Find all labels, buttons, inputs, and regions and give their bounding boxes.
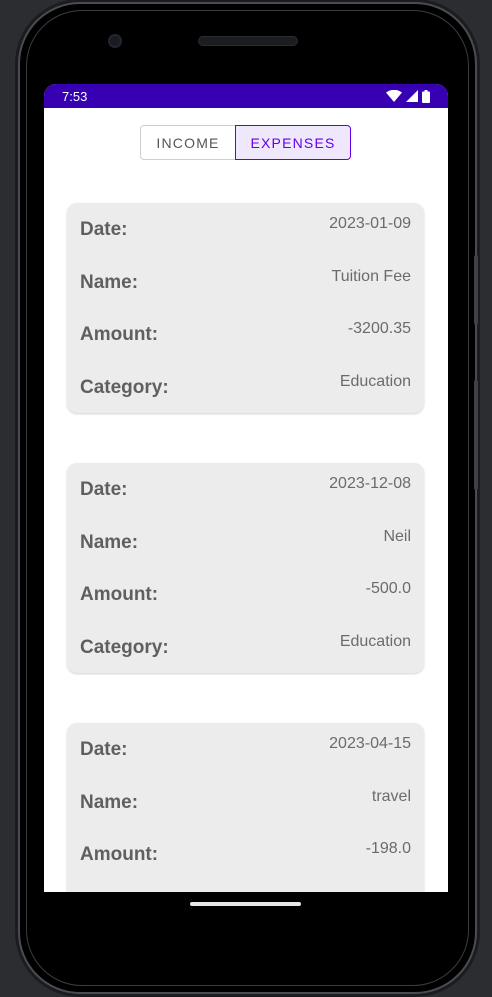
date-label: Date: [80, 739, 128, 760]
name-value: Neil [383, 528, 411, 545]
home-gesture-handle[interactable] [190, 902, 301, 906]
date-row: Date: 2023-04-15 [80, 735, 411, 769]
name-value: Tuition Fee [331, 268, 411, 285]
volume-button [474, 255, 478, 325]
status-time: 7:53 [62, 88, 88, 104]
category-label: Category: [80, 377, 169, 398]
category-value: Education [339, 633, 411, 650]
amount-row: Amount: -198.0 [80, 840, 411, 874]
category-row: Category: Education [80, 633, 411, 667]
amount-value: -198.0 [365, 840, 411, 857]
expense-card[interactable]: Date: 2023-12-08 Name: Neil Amount: -500… [67, 463, 424, 673]
amount-value: -500.0 [365, 580, 411, 597]
name-label: Name: [80, 272, 139, 293]
date-value: 2023-01-09 [329, 215, 411, 232]
expense-card[interactable]: Date: 2023-01-09 Name: Tuition Fee Amoun… [67, 203, 424, 413]
date-label: Date: [80, 219, 128, 240]
app-screen: 7:53 INCOME EXPENSES Date: 2023-01-09 Na… [44, 84, 448, 892]
category-label: Category: [80, 637, 169, 658]
name-label: Name: [80, 792, 139, 813]
amount-label: Amount: [80, 844, 159, 865]
status-icons [386, 89, 430, 103]
date-row: Date: 2023-12-08 [80, 475, 411, 509]
date-value: 2023-04-15 [329, 735, 411, 752]
date-row: Date: 2023-01-09 [80, 215, 411, 249]
income-toggle-button[interactable]: INCOME [140, 125, 236, 160]
cellular-signal-icon [406, 90, 418, 102]
power-button [474, 380, 478, 490]
category-value: Education [339, 373, 411, 390]
amount-row: Amount: -3200.35 [80, 320, 411, 354]
category-row: Category: Education [80, 373, 411, 407]
date-value: 2023-12-08 [329, 475, 411, 492]
status-bar: 7:53 [44, 84, 448, 108]
name-value: travel [371, 788, 411, 805]
name-row: Name: Neil [80, 528, 411, 562]
income-expense-toggle: INCOME EXPENSES [140, 125, 351, 160]
name-label: Name: [80, 532, 139, 553]
name-row: Name: travel [80, 788, 411, 822]
amount-label: Amount: [80, 324, 159, 345]
amount-label: Amount: [80, 584, 159, 605]
battery-icon [422, 89, 430, 103]
wifi-icon [386, 90, 402, 102]
expenses-toggle-button[interactable]: EXPENSES [235, 125, 351, 160]
name-row: Name: Tuition Fee [80, 268, 411, 302]
date-label: Date: [80, 479, 128, 500]
expense-card[interactable]: Date: 2023-04-15 Name: travel Amount: -1… [67, 723, 424, 892]
earpiece-speaker [199, 37, 297, 45]
amount-value: -3200.35 [347, 320, 411, 337]
amount-row: Amount: -500.0 [80, 580, 411, 614]
front-camera [108, 34, 122, 48]
